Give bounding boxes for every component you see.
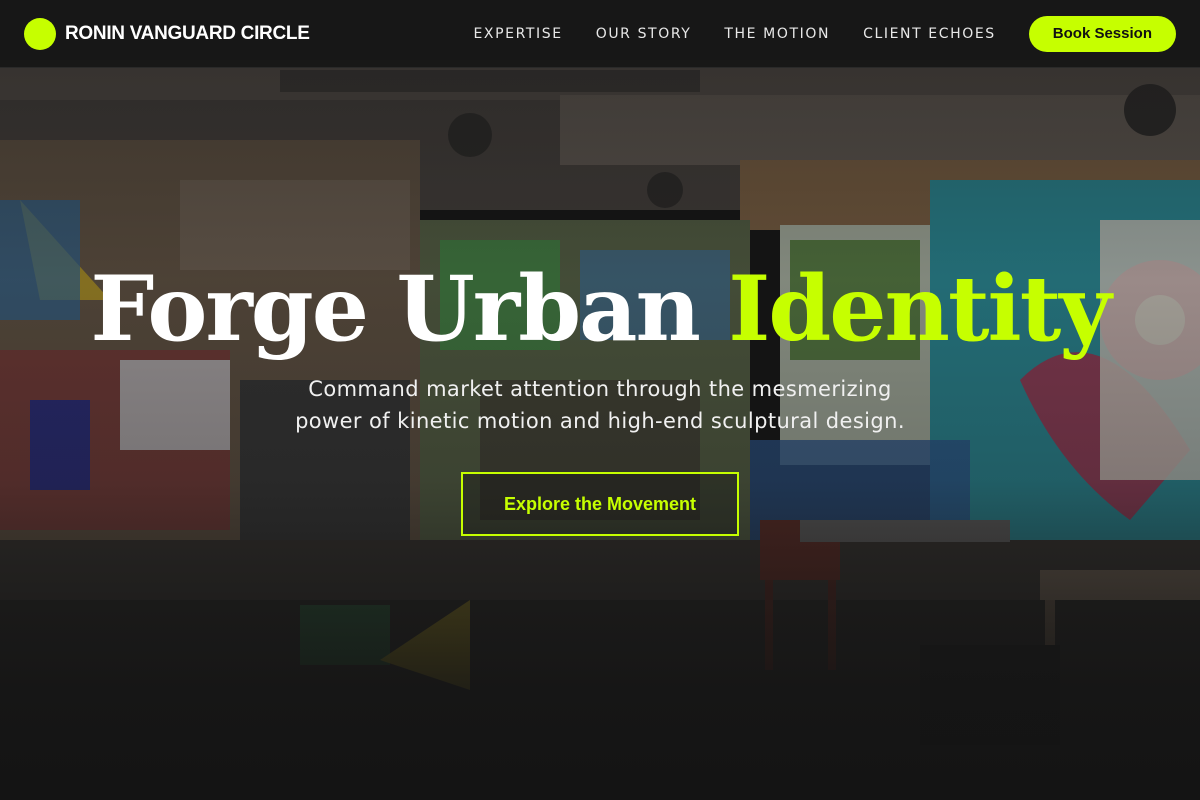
nav-link-client-echoes[interactable]: CLIENT ECHOES xyxy=(863,26,996,42)
explore-movement-button[interactable]: Explore the Movement xyxy=(461,472,739,536)
brand-name: RONIN VANGUARD CIRCLE xyxy=(65,22,310,44)
nav-link-expertise[interactable]: EXPERTISE xyxy=(473,26,562,42)
brand[interactable]: RONIN VANGUARD CIRCLE xyxy=(24,17,310,50)
book-session-button[interactable]: Book Session xyxy=(1028,15,1176,52)
hero-subtitle: Command market attention through the mes… xyxy=(200,373,1000,437)
hero-title: Forge Urban Identity xyxy=(0,264,1200,354)
brand-logo-dot xyxy=(24,17,56,50)
hero-title-main: Forge Urban xyxy=(90,256,729,362)
nav-link-the-motion[interactable]: THE MOTION xyxy=(724,26,830,42)
main-nav: EXPERTISE OUR STORY THE MOTION CLIENT EC… xyxy=(440,15,1176,52)
hero-subtitle-line-1: Command market attention through the mes… xyxy=(308,377,892,401)
hero-subtitle-line-2: power of kinetic motion and high-end scu… xyxy=(295,409,905,433)
hero-title-accent: Identity xyxy=(728,256,1111,362)
hero-section: Forge Urban Identity Command market atte… xyxy=(0,68,1200,800)
site-header: RONIN VANGUARD CIRCLE EXPERTISE OUR STOR… xyxy=(0,0,1200,68)
nav-link-our-story[interactable]: OUR STORY xyxy=(596,26,692,42)
